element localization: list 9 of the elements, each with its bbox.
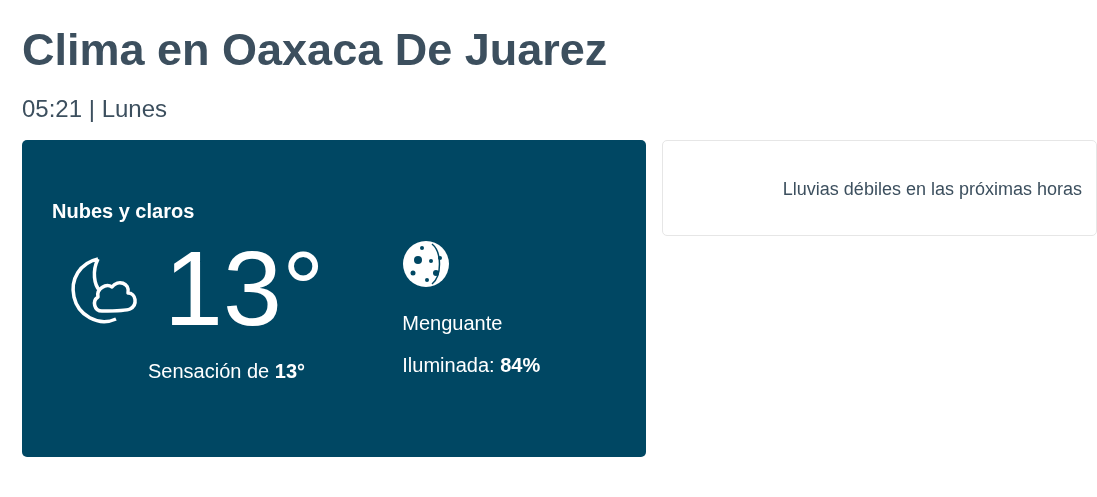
alert-text: Lluvias débiles en las próximas horas	[782, 178, 1083, 201]
condition-label: Nubes y claros	[52, 199, 195, 224]
page-title: Clima en Oaxaca De Juarez	[22, 23, 608, 77]
moon-phase: Menguante	[402, 311, 503, 336]
temperature: 13°	[164, 238, 325, 338]
time-and-day: 05:21 | Lunes	[22, 94, 168, 124]
moon-illumination: Iluminada: 84%	[402, 353, 541, 378]
feels-like: Sensación de 13°	[148, 359, 305, 384]
moon-icon	[402, 240, 451, 288]
